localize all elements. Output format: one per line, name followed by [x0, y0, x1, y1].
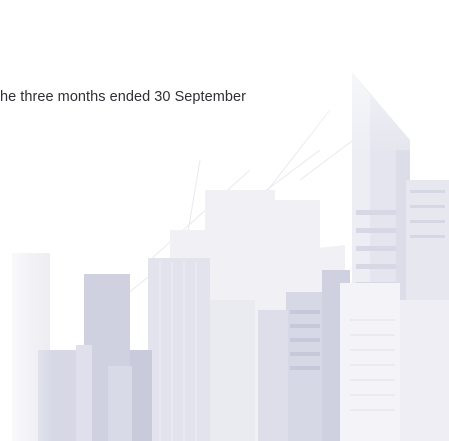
report-cover-page: he three months ended 30 September [0, 0, 449, 441]
report-period-subtitle: he three months ended 30 September [0, 89, 246, 105]
city-skyline-illustration [0, 0, 449, 441]
